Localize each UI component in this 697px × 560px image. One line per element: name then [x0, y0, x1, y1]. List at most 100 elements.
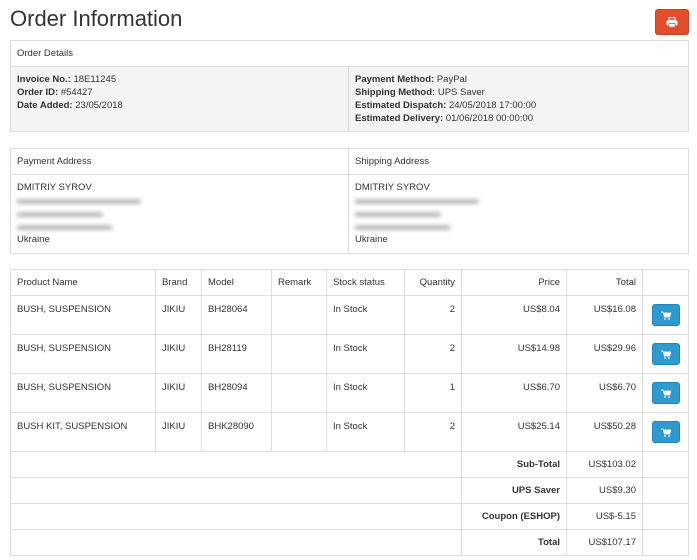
redacted-address-line: ▬▬▬▬▬▬▬▬▬	[355, 208, 441, 219]
product-quantity: 2	[404, 295, 462, 335]
shipping-address-country: Ukraine	[355, 234, 388, 245]
shipping-address-header: Shipping Address	[348, 148, 689, 175]
grand-total-value: US$107.17	[566, 529, 643, 556]
shopping-cart-icon	[660, 311, 671, 320]
column-header-price: Price	[461, 269, 567, 296]
invoice-value: 18E11245	[73, 74, 117, 85]
coupon-label: Coupon (ESHOP)	[461, 503, 567, 530]
product-total: US$29.96	[566, 334, 643, 374]
shopping-cart-icon	[660, 350, 671, 359]
product-total: US$50.28	[566, 412, 643, 452]
payment-method-label: Payment Method:	[355, 74, 435, 85]
payment-method-value: PayPal	[436, 74, 467, 85]
product-remark	[271, 373, 327, 413]
totals-row: UPS Saver US$9.30	[10, 477, 689, 504]
payment-address-country: Ukraine	[17, 234, 50, 245]
redacted-address-line: ▬▬▬▬▬▬▬▬▬▬▬▬▬	[17, 195, 141, 206]
table-row: BUSH, SUSPENSION JIKIU BH28119 In Stock …	[10, 334, 689, 374]
column-header-quantity: Quantity	[404, 269, 462, 296]
product-stock: In Stock	[326, 412, 405, 452]
shipping-address: DMITRIY SYROV ▬▬▬▬▬▬▬▬▬▬▬▬▬ ▬▬▬▬▬▬▬▬▬ ▬▬…	[348, 174, 689, 254]
product-price: US$8.04	[461, 295, 567, 335]
dispatch-label: Estimated Dispatch:	[355, 100, 447, 111]
product-model: BHK28090	[201, 412, 272, 452]
product-remark	[271, 334, 327, 374]
table-row: BUSH KIT, SUSPENSION JIKIU BHK28090 In S…	[10, 412, 689, 452]
shipping-method-label: Shipping Method:	[355, 87, 436, 98]
coupon-value: US$-5.15	[566, 503, 643, 530]
product-stock: In Stock	[326, 295, 405, 335]
product-brand: JIKIU	[155, 373, 202, 413]
product-name: BUSH, SUSPENSION	[10, 334, 156, 374]
invoice-label: Invoice No.:	[17, 74, 71, 85]
payment-address-header: Payment Address	[10, 148, 349, 175]
payment-address-name: DMITRIY SYROV	[17, 182, 92, 193]
product-stock: In Stock	[326, 334, 405, 374]
product-brand: JIKIU	[155, 334, 202, 374]
column-header-model: Model	[201, 269, 272, 296]
product-price: US$25.14	[461, 412, 567, 452]
product-quantity: 2	[404, 334, 462, 374]
product-quantity: 1	[404, 373, 462, 413]
column-header-action	[642, 269, 689, 296]
reorder-button[interactable]	[651, 343, 680, 365]
reorder-button[interactable]	[651, 304, 680, 326]
table-row: BUSH, SUSPENSION JIKIU BH28064 In Stock …	[10, 295, 689, 335]
product-remark	[271, 295, 327, 335]
redacted-address-line: ▬▬▬▬▬▬▬▬▬	[17, 208, 103, 219]
product-price: US$14.98	[461, 334, 567, 374]
order-details-table: Order Details Invoice No.: 18E11245 Orde…	[10, 40, 689, 132]
column-header-brand: Brand	[155, 269, 202, 296]
date-added-value: 23/05/2018	[75, 100, 123, 111]
print-button[interactable]	[655, 9, 689, 35]
column-header-remark: Remark	[271, 269, 327, 296]
products-table: Product Name Brand Model Remark Stock st…	[10, 269, 689, 556]
product-total: US$16.08	[566, 295, 643, 335]
shipping-address-name: DMITRIY SYROV	[355, 182, 430, 193]
payment-address: DMITRIY SYROV ▬▬▬▬▬▬▬▬▬▬▬▬▬ ▬▬▬▬▬▬▬▬▬ ▬▬…	[10, 174, 349, 254]
shipping-label: UPS Saver	[461, 477, 567, 504]
date-added-label: Date Added:	[17, 100, 73, 111]
reorder-button[interactable]	[651, 382, 680, 404]
product-name: BUSH, SUSPENSION	[10, 373, 156, 413]
table-row: BUSH, SUSPENSION JIKIU BH28094 In Stock …	[10, 373, 689, 413]
product-remark	[271, 412, 327, 452]
reorder-button[interactable]	[651, 421, 680, 443]
redacted-address-line: ▬▬▬▬▬▬▬▬▬▬	[355, 221, 450, 232]
shopping-cart-icon	[660, 428, 671, 437]
grand-total-label: Total	[461, 529, 567, 556]
totals-row: Total US$107.17	[10, 529, 689, 556]
product-model: BH28064	[201, 295, 272, 335]
product-brand: JIKIU	[155, 295, 202, 335]
order-details-left: Invoice No.: 18E11245 Order ID: #54427 D…	[10, 66, 349, 132]
page-title: Order Information	[10, 6, 183, 31]
totals-row: Sub-Total US$103.02	[10, 451, 689, 478]
redacted-address-line: ▬▬▬▬▬▬▬▬▬▬▬▬▬	[355, 195, 479, 206]
product-price: US$6.70	[461, 373, 567, 413]
dispatch-value: 24/05/2018 17:00:00	[448, 100, 537, 111]
product-stock: In Stock	[326, 373, 405, 413]
subtotal-label: Sub-Total	[461, 451, 567, 478]
totals-row: Coupon (ESHOP) US$-5.15	[10, 503, 689, 530]
column-header-total: Total	[566, 269, 643, 296]
product-name: BUSH, SUSPENSION	[10, 295, 156, 335]
product-model: BH28094	[201, 373, 272, 413]
product-quantity: 2	[404, 412, 462, 452]
delivery-label: Estimated Delivery:	[355, 113, 444, 124]
product-model: BH28119	[201, 334, 272, 374]
order-id-value: #54427	[60, 87, 93, 98]
subtotal-value: US$103.02	[566, 451, 643, 478]
column-header-product-name: Product Name	[10, 269, 156, 296]
product-name: BUSH KIT, SUSPENSION	[10, 412, 156, 452]
order-details-header: Order Details	[10, 40, 689, 67]
order-details-right: Payment Method: PayPal Shipping Method: …	[348, 66, 689, 132]
redacted-address-line: ▬▬▬▬▬▬▬▬▬▬	[17, 221, 112, 232]
delivery-value: 01/06/2018 00:00:00	[445, 113, 533, 124]
shopping-cart-icon	[660, 389, 671, 398]
product-brand: JIKIU	[155, 412, 202, 452]
column-header-stock-status: Stock status	[326, 269, 405, 296]
product-total: US$6.70	[566, 373, 643, 413]
shipping-method-value: UPS Saver	[437, 87, 485, 98]
print-icon	[666, 16, 678, 28]
address-table: Payment Address Shipping Address DMITRIY…	[10, 148, 689, 254]
